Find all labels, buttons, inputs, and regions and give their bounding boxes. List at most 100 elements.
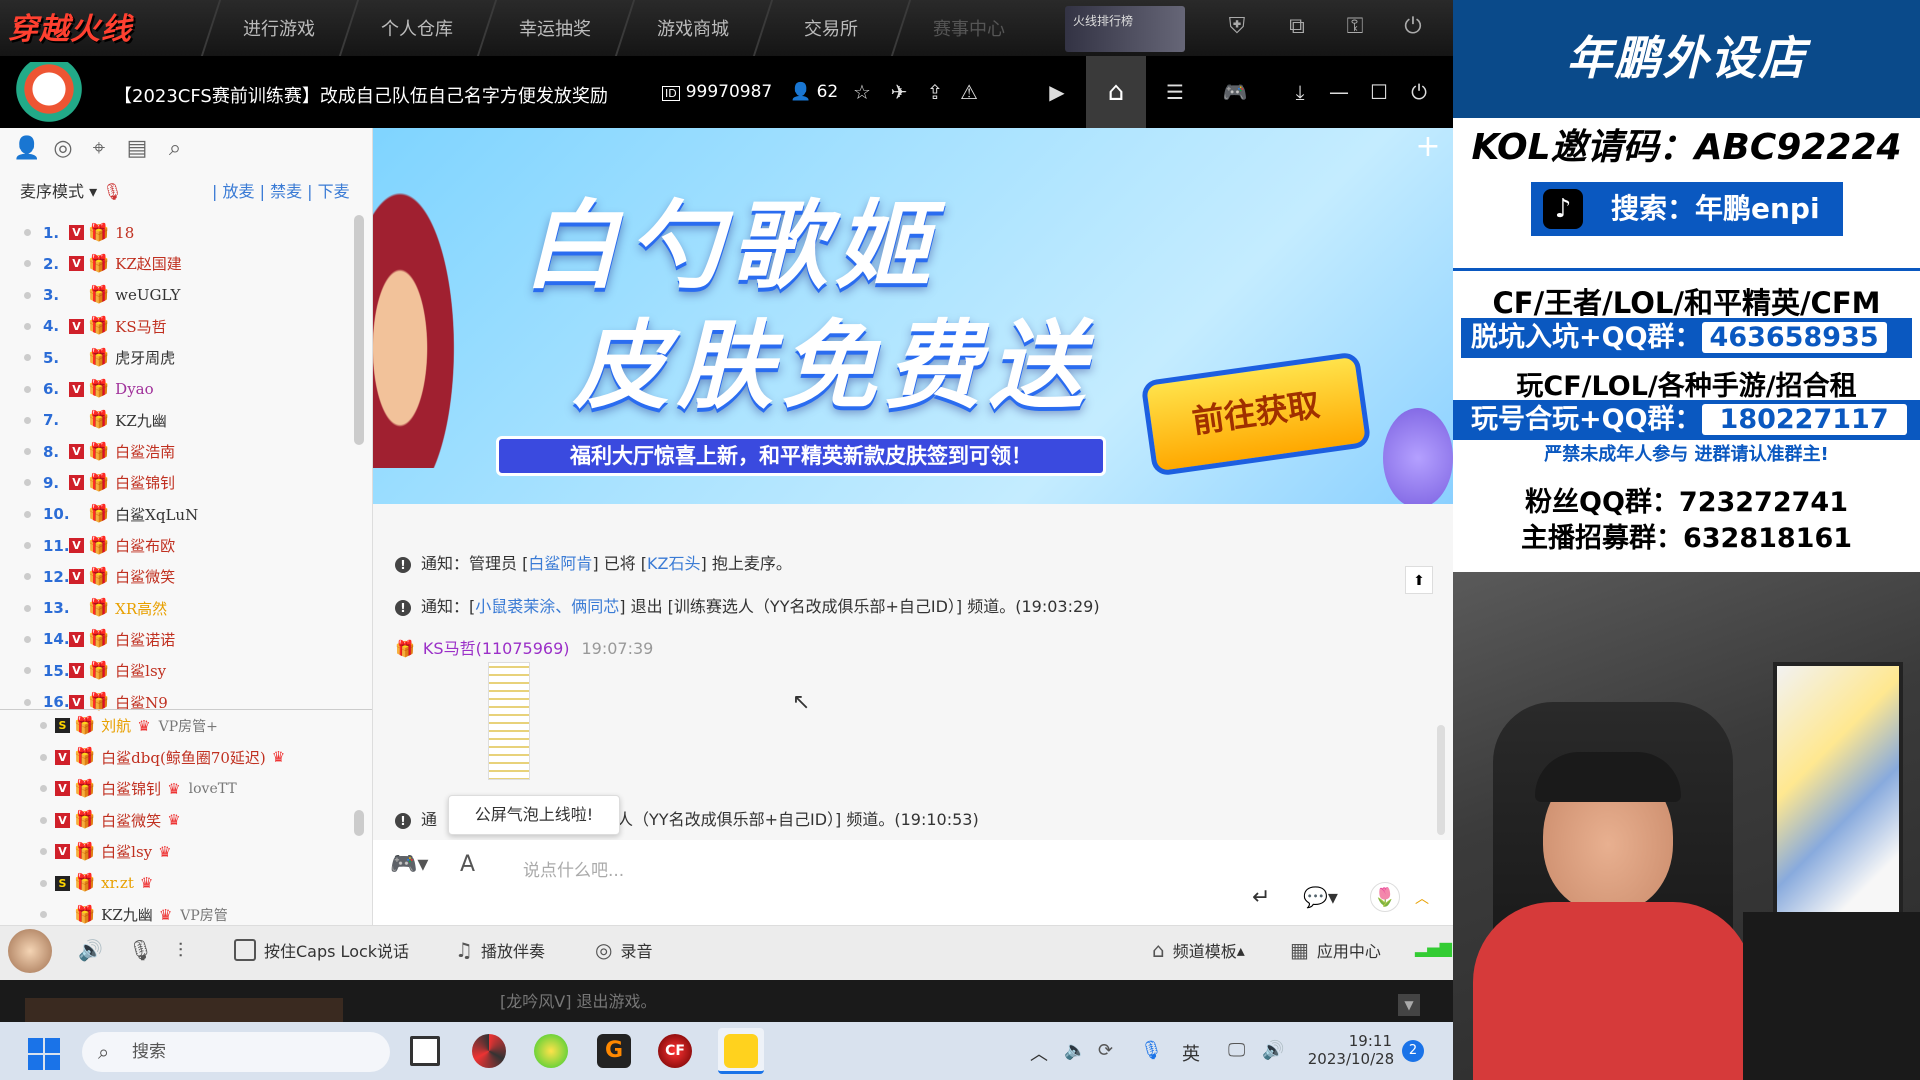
search-icon[interactable]: ⌕ [160, 134, 190, 164]
record-button[interactable]: ◎ 录音 [595, 938, 652, 962]
power-off-icon[interactable]: ⏻ [1402, 78, 1436, 106]
scroll-top-icon[interactable]: ⬆ [1405, 566, 1433, 594]
shield-icon[interactable]: ⛨ [1222, 12, 1252, 42]
member-row[interactable]: S 🎁 xr.zt ♛ [0, 868, 370, 899]
member-row[interactable]: V 🎁 白鲨锦钊 ♛ loveTT [0, 773, 370, 804]
emoji-gamepad-icon[interactable]: 🎮▾ [390, 852, 428, 877]
banner-get-button[interactable]: 前往获取 [1140, 351, 1372, 477]
expand-icon[interactable]: ︿ [1415, 888, 1429, 908]
video-icon[interactable]: ▶ [1040, 78, 1074, 106]
chat-image-thumbnail[interactable] [488, 662, 530, 780]
mic-mode-select[interactable]: 麦序模式 ▾ 🎙 [20, 178, 123, 202]
notification-badge[interactable]: 2 [1402, 1040, 1424, 1062]
speaker-tray-icon[interactable]: 🔊 [1262, 1040, 1284, 1061]
speaker-icon[interactable]: 🔊 [78, 938, 111, 962]
task-view-icon[interactable] [410, 1036, 440, 1066]
nav-play[interactable]: 进行游戏 [200, 0, 356, 56]
flower-icon[interactable]: 🌷 [1370, 882, 1400, 912]
my-avatar[interactable] [8, 929, 52, 973]
volume-tray-icon[interactable]: 🔈 [1064, 1040, 1086, 1061]
queue-row[interactable]: 8. V 🎁 白鲨浩南 [0, 436, 360, 467]
play-music-button[interactable]: ♫ 播放伴奏 [455, 938, 545, 962]
queue-row[interactable]: 7. 🎁 KZ九幽 [0, 405, 360, 436]
nav-lottery[interactable]: 幸运抽奖 [476, 0, 632, 56]
member-name: xr.zt [101, 874, 134, 892]
queue-row[interactable]: 6. V 🎁 Dyao [0, 374, 360, 405]
nav-exchange[interactable]: 交易所 [752, 0, 908, 56]
notice-icon[interactable]: ▤ [122, 134, 152, 164]
nav-shop[interactable]: 游戏商城 [614, 0, 770, 56]
queue-row[interactable]: 4. V 🎁 KS马哲 [0, 311, 360, 342]
chair-back [1743, 912, 1920, 1080]
power-icon[interactable]: ⏻ [1398, 12, 1428, 42]
headset-icon[interactable]: ◎ [48, 134, 78, 164]
chat-input[interactable]: 说点什么吧... [523, 856, 624, 881]
promo-banner[interactable]: 白勺歌姬 皮肤免费送 福利大厅惊喜上新，和平精英新款皮肤签到可领！ 前往获取 + [373, 128, 1453, 504]
crown-icon: ♛ [158, 905, 173, 924]
font-style-icon[interactable]: A [460, 852, 475, 877]
minimize-icon[interactable]: — [1322, 78, 1356, 106]
ime-indicator[interactable]: 英 [1182, 1040, 1200, 1066]
caps-lock-toggle[interactable]: 按住Caps Lock说话 [234, 938, 409, 962]
queue-row[interactable]: 3. 🎁 weUGLY [0, 280, 360, 311]
gift-icon: 🎁 [74, 904, 96, 925]
app-center-button[interactable]: ▦ 应用中心 [1290, 938, 1381, 962]
app-icon-1[interactable] [472, 1034, 506, 1068]
taskbar-search[interactable]: ⌕ 搜索 [82, 1032, 390, 1072]
message-author[interactable]: KS马哲(11075969) [423, 639, 570, 658]
maximize-icon[interactable]: ☐ [1362, 78, 1396, 106]
key-icon[interactable]: ⚿ [1340, 12, 1370, 42]
alert-icon[interactable]: ⚠ [952, 78, 986, 106]
nav-warehouse[interactable]: 个人仓库 [338, 0, 494, 56]
queue-row[interactable]: 5. 🎁 虎牙周虎 [0, 342, 360, 373]
enter-icon[interactable]: ↵ [1252, 885, 1270, 910]
queue-row[interactable]: 11. V 🎁 白鲨布欧 [0, 530, 360, 561]
channel-avatar[interactable] [6, 62, 92, 122]
plane-icon[interactable]: ✈ [882, 78, 916, 106]
remove-mic-button[interactable]: 下麦 [318, 182, 350, 201]
app-icon-2[interactable] [534, 1034, 568, 1068]
member-row[interactable]: S 🎁 刘航 ♛ VP房管+ [0, 710, 370, 741]
network-icon[interactable]: 🖵 [1228, 1040, 1245, 1061]
clock[interactable]: 19:11 2023/10/28 [1306, 1032, 1396, 1068]
chat-bubble-icon[interactable]: 💬▾ [1303, 885, 1338, 909]
plus-icon[interactable]: + [1413, 132, 1443, 162]
chevron-up-icon[interactable]: ︿ [1030, 1040, 1048, 1066]
yy-app-icon[interactable] [718, 1028, 764, 1074]
member-row[interactable]: V 🎁 白鲨lsy ♛ [0, 836, 370, 867]
user-icon[interactable]: 👤 [12, 134, 42, 164]
channel-template-button[interactable]: ⌂ 频道模板 ▴ [1152, 938, 1245, 962]
share-icon[interactable]: ⇪ [918, 78, 952, 106]
window-icon[interactable]: ⧉ [1282, 12, 1312, 42]
release-mic-button[interactable]: 放麦 [222, 182, 254, 201]
queue-rank: 12. [43, 567, 70, 586]
mic-tray-icon[interactable]: 🎙 [1140, 1040, 1163, 1061]
star-icon[interactable]: ☆ [845, 78, 879, 106]
queue-row[interactable]: 13. 🎁 XR高然 [0, 593, 360, 624]
member-row[interactable]: V 🎁 白鲨微笑 ♛ [0, 805, 370, 836]
chat-scrollbar[interactable] [1437, 725, 1445, 835]
member-row[interactable]: V 🎁 白鲨dbq(鲸鱼圈70延迟) ♛ [0, 742, 370, 773]
crossfire-app-icon[interactable]: CF [658, 1034, 692, 1068]
download-icon[interactable]: ⤓ [1283, 78, 1317, 106]
list-icon[interactable]: ☰ [1158, 78, 1192, 106]
location-icon[interactable]: ⌖ [84, 134, 114, 164]
home-icon[interactable]: ⌂ [1086, 56, 1146, 128]
queue-row[interactable]: 15. V 🎁 白鲨lsy [0, 655, 360, 686]
queue-row[interactable]: 10. 🎁 白鲨XqLuN [0, 499, 360, 530]
gamepad-icon[interactable]: 🎮 [1218, 78, 1252, 106]
queue-row[interactable]: 1. V 🎁 18 [0, 217, 360, 248]
dropdown-icon[interactable]: ▼ [1398, 994, 1420, 1016]
mic-icon[interactable]: 🎙 [128, 938, 161, 962]
queue-row[interactable]: 14. V 🎁 白鲨诺诺 [0, 624, 360, 655]
promo-badge[interactable]: 火线排行榜 [1065, 6, 1185, 52]
queue-row[interactable]: 2. V 🎁 KZ赵国建 [0, 248, 360, 279]
windows-start-icon[interactable] [28, 1038, 60, 1070]
app-icon-3[interactable]: G [597, 1034, 631, 1068]
sync-icon[interactable]: ⟳ [1098, 1040, 1113, 1061]
mixer-icon[interactable]: ⫶ [178, 938, 191, 962]
nav-events[interactable]: 赛事中心 [890, 0, 1046, 56]
ban-mic-button[interactable]: 禁麦 [270, 182, 302, 201]
queue-row[interactable]: 12. V 🎁 白鲨微笑 [0, 561, 360, 592]
queue-row[interactable]: 9. V 🎁 白鲨锦钊 [0, 467, 360, 498]
